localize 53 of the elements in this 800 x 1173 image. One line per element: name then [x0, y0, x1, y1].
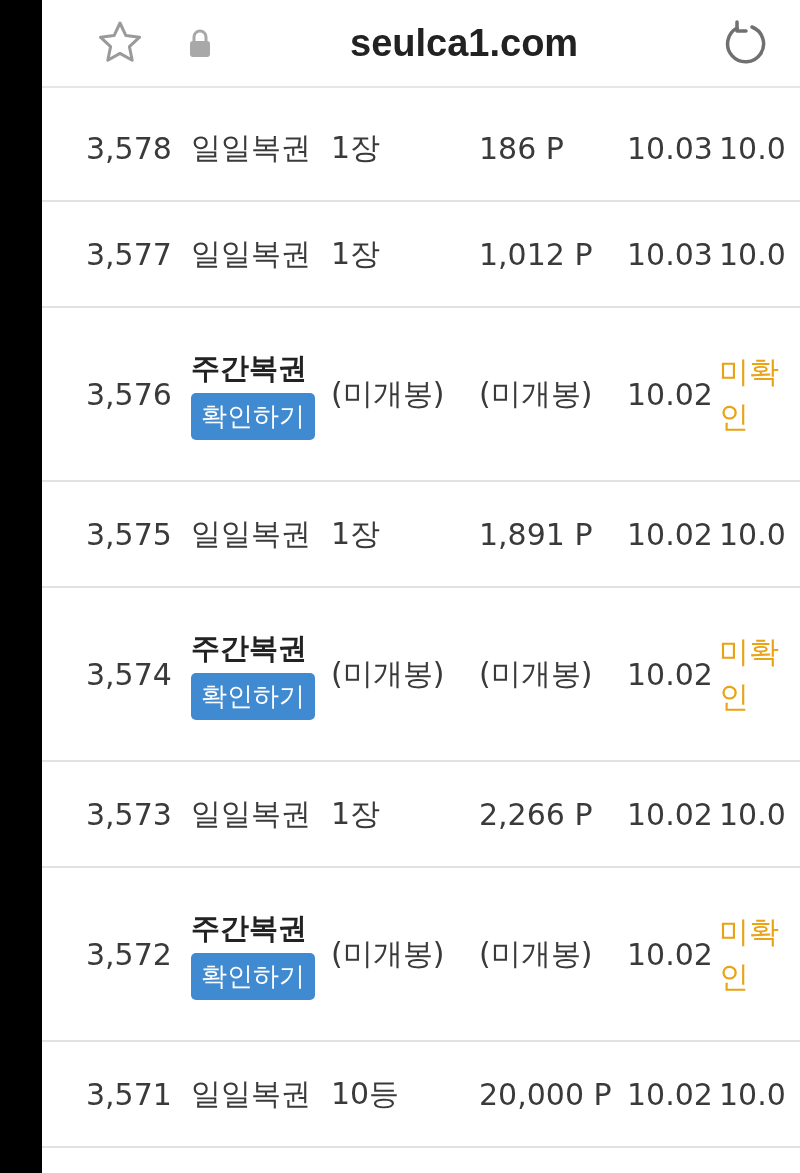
row-number: 3,571: [86, 1076, 173, 1112]
row-number: 3,574: [86, 656, 173, 692]
date-text: 10.02: [627, 516, 709, 552]
lottery-name: 일일복권: [191, 514, 312, 553]
url-text[interactable]: seulca1.com: [350, 21, 579, 65]
ticket-count: (미개봉): [331, 654, 446, 693]
points-value: (미개봉): [479, 374, 594, 413]
status-text: 미확인: [719, 633, 780, 716]
status-text: 미확인: [719, 353, 780, 436]
date-text: 10.02: [627, 936, 709, 972]
row-number: 3,573: [86, 796, 173, 832]
date-text: 10.0: [719, 1076, 787, 1112]
row-number: 3,575: [86, 516, 173, 552]
ticket-count: 1장: [331, 128, 382, 167]
lottery-name: 주간복권: [191, 909, 307, 947]
points-value: 186 P: [479, 130, 565, 166]
date-text: 10.0: [719, 796, 787, 832]
row-number: 3,576: [86, 376, 173, 412]
date-text: 10.0: [719, 130, 787, 166]
row-number: 3,572: [86, 936, 173, 972]
points-value: (미개봉): [479, 654, 594, 693]
date-text: 10.03: [627, 130, 709, 166]
check-button[interactable]: 확인하기: [191, 392, 315, 440]
lottery-name: 주간복권: [191, 629, 307, 667]
status-text: 미확인: [719, 913, 780, 996]
points-value: 1,012 P: [479, 236, 594, 272]
points-value: 1,891 P: [479, 516, 594, 552]
ticket-count: (미개봉): [331, 374, 446, 413]
points-value: 20,000 P: [479, 1076, 613, 1112]
row-number: 3,578: [86, 130, 173, 166]
lottery-name: 주간복권: [191, 349, 307, 387]
points-value: 2,266 P: [479, 796, 594, 832]
lottery-name: 일일복권: [191, 234, 312, 273]
date-text: 10.0: [719, 236, 787, 272]
ticket-count: 10등: [331, 1074, 401, 1113]
ticket-count: 1장: [331, 794, 382, 833]
date-text: 10.02: [627, 376, 709, 412]
ticket-count: (미개봉): [331, 934, 446, 973]
date-text: 10.02: [627, 656, 709, 692]
lock-icon: [188, 28, 212, 58]
ticket-count: 1장: [331, 514, 382, 553]
row-number: 3,577: [86, 236, 173, 272]
check-button[interactable]: 확인하기: [191, 952, 315, 1000]
points-value: (미개봉): [479, 934, 594, 973]
date-text: 10.02: [627, 796, 709, 832]
date-text: 10.02: [627, 1076, 709, 1112]
lottery-name: 일일복권: [191, 128, 312, 167]
check-button[interactable]: 확인하기: [191, 672, 315, 720]
lottery-name: 일일복권: [191, 1074, 312, 1113]
lottery-name: 일일복권: [191, 794, 312, 833]
ticket-count: 1장: [331, 234, 382, 273]
date-text: 10.03: [627, 236, 709, 272]
date-text: 10.0: [719, 516, 787, 552]
